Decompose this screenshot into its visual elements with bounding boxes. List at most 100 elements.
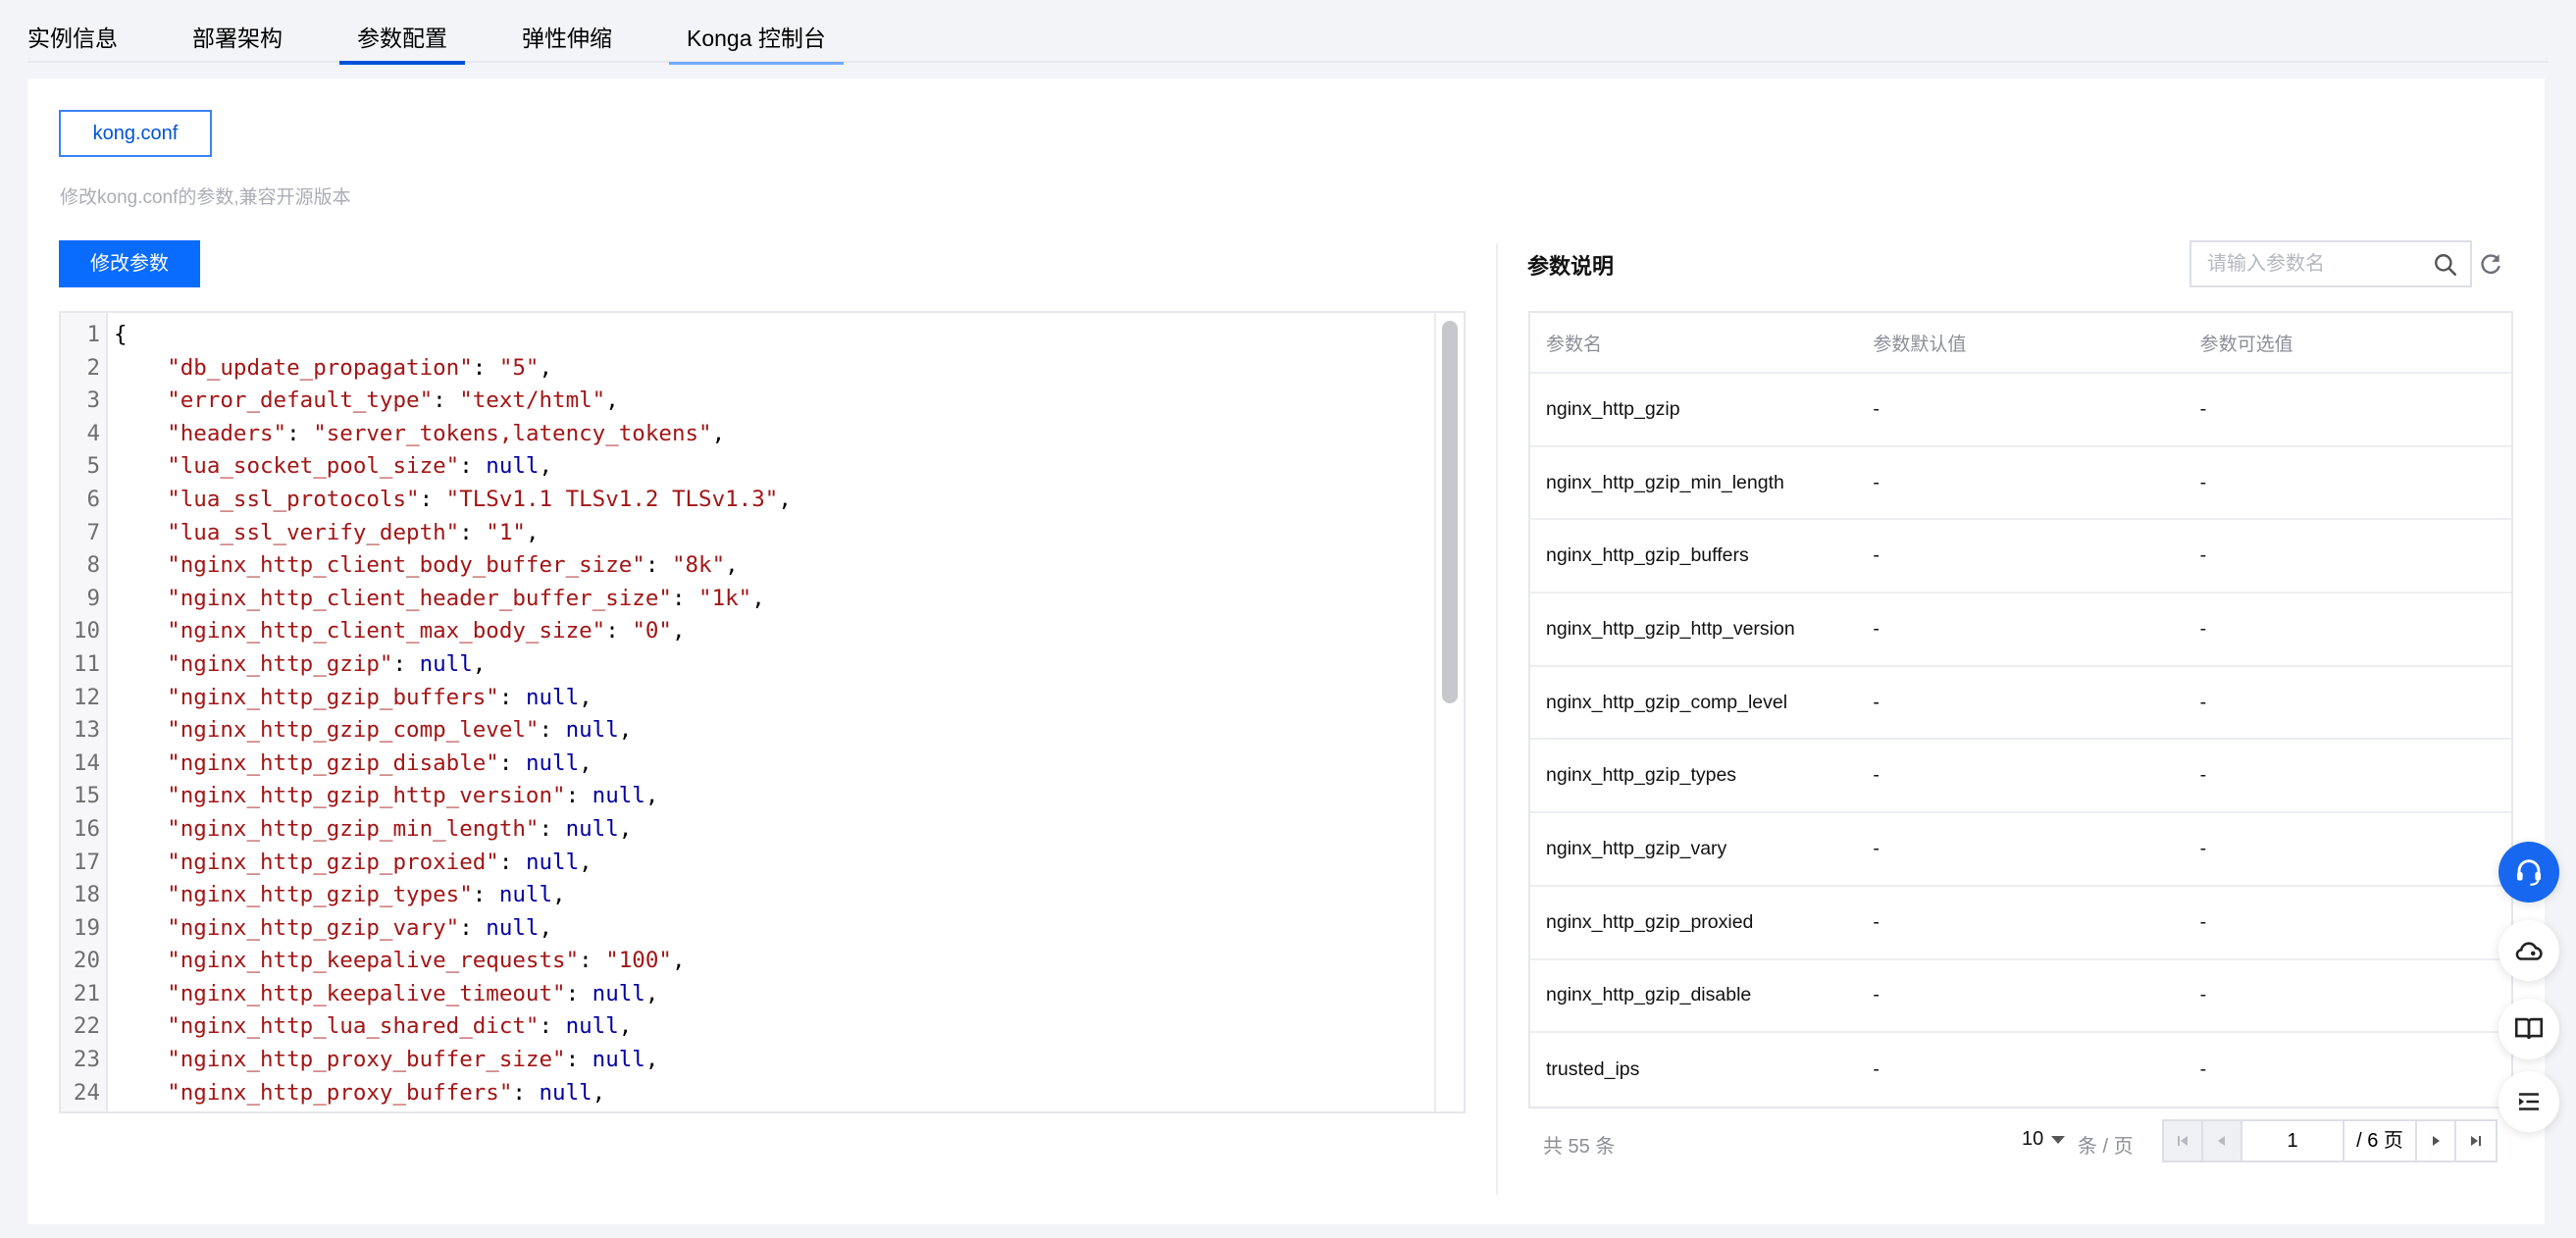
optional-values-cell: -	[2199, 691, 2207, 713]
json-value: null	[486, 914, 540, 941]
code-line[interactable]: 11 "nginx_http_gzip": null,	[74, 648, 1430, 682]
json-value: null	[539, 1079, 592, 1106]
optional-values-cell: -	[2199, 397, 2207, 420]
json-value: "TLSv1.1 TLSv1.2 TLSv1.3"	[445, 486, 779, 512]
json-key: "nginx_http_gzip_http_version"	[167, 783, 566, 809]
code-editor[interactable]: 1{2 "db_update_propagation": "5", 3 "erro…	[59, 311, 1466, 1113]
code-line[interactable]: 14 "nginx_http_gzip_disable": null,	[74, 748, 1430, 781]
page-size-value: 10	[2022, 1128, 2044, 1150]
page-number-input[interactable]	[2242, 1121, 2344, 1161]
edit-params-button[interactable]: 修改参数	[59, 240, 200, 287]
list-indent-icon	[2519, 1093, 2539, 1110]
json-value: "1"	[486, 519, 526, 545]
param-search-box[interactable]	[2190, 240, 2472, 287]
tab-deploy-architecture[interactable]: 部署架构	[175, 0, 300, 63]
line-number: 23	[73, 1047, 100, 1073]
json-key: "nginx_http_lua_shared_dict"	[167, 1013, 540, 1040]
optional-values-cell: -	[2199, 471, 2207, 493]
code-line[interactable]: 7 "lua_ssl_verify_depth": "1",	[86, 517, 1430, 550]
code-line[interactable]: 10 "nginx_http_client_max_body_size": "0…	[74, 615, 1430, 648]
first-page-icon	[2178, 1136, 2188, 1146]
docs-button[interactable]	[2499, 999, 2559, 1059]
kong-conf-tab[interactable]: kong.conf	[59, 110, 212, 157]
code-line[interactable]: 17 "nginx_http_gzip_proxied": null,	[74, 847, 1430, 880]
code-line[interactable]: 4 "headers": "server_tokens,latency_toke…	[86, 418, 1430, 451]
code-line[interactable]: 15 "nginx_http_gzip_http_version": null,	[74, 780, 1430, 813]
default-value-cell: -	[1873, 910, 1880, 933]
json-key: "nginx_http_proxy_buffer_size"	[167, 1047, 566, 1073]
json-key: "headers"	[167, 420, 287, 446]
param-search-input[interactable]	[2207, 242, 2433, 285]
code-content[interactable]: 1{2 "db_update_propagation": "5", 3 "erro…	[74, 319, 1430, 1110]
json-value: "5"	[498, 354, 540, 381]
json-value: null	[565, 815, 619, 842]
json-key: "nginx_http_gzip_min_length"	[167, 815, 540, 842]
cloud-assistant-button[interactable]	[2499, 920, 2559, 981]
panel-divider	[1496, 243, 1498, 1195]
optional-values-cell: -	[2199, 984, 2207, 1006]
json-value: "text/html"	[459, 387, 606, 414]
code-line[interactable]: 8 "nginx_http_client_body_buffer_size": …	[86, 549, 1430, 583]
next-page-button[interactable]	[2417, 1121, 2456, 1161]
customer-service-button[interactable]	[2499, 842, 2559, 903]
code-line[interactable]: 20 "nginx_http_keepalive_requests": "100…	[74, 945, 1430, 978]
optional-values-cell: -	[2199, 544, 2207, 567]
param-table: 参数名 参数默认值 参数可选值 nginx_http_gzip - - nginx_h…	[1528, 311, 2513, 1109]
json-key: "nginx_http_gzip_types"	[167, 882, 473, 908]
json-value: null	[525, 749, 580, 776]
page-size-select[interactable]: 10	[2022, 1128, 2066, 1151]
menu-toggle-button[interactable]	[2499, 1071, 2559, 1132]
json-value: null	[525, 849, 580, 875]
json-key: "nginx_http_gzip_vary"	[167, 914, 460, 941]
json-key: "lua_ssl_verify_depth"	[167, 519, 460, 545]
editor-scroll-thumb[interactable]	[1442, 321, 1458, 703]
code-line[interactable]: 2 "db_update_propagation": "5",	[86, 352, 1430, 386]
pager: / 6 页	[2162, 1119, 2498, 1162]
code-line[interactable]: 18 "nginx_http_gzip_types": null,	[74, 879, 1430, 912]
code-line[interactable]: 23 "nginx_http_proxy_buffer_size": null,	[74, 1044, 1430, 1077]
param-name-cell: nginx_http_gzip_proxied	[1546, 910, 1754, 933]
table-row: nginx_http_gzip_types - -	[1530, 740, 2511, 814]
code-line[interactable]: 21 "nginx_http_keepalive_timeout": null,	[74, 978, 1430, 1011]
table-row: nginx_http_gzip_comp_level - -	[1530, 667, 2511, 741]
refresh-icon[interactable]	[2478, 251, 2503, 277]
code-line[interactable]: 5 "lua_socket_pool_size": null,	[86, 450, 1430, 484]
line-number: 8	[86, 552, 100, 579]
json-value: null	[525, 684, 580, 710]
tab-instance-info[interactable]: 实例信息	[10, 0, 135, 63]
json-value: "0"	[632, 618, 672, 645]
code-line[interactable]: 19 "nginx_http_gzip_vary": null,	[74, 912, 1430, 946]
table-row: nginx_http_gzip - -	[1530, 374, 2511, 447]
editor-scrollbar[interactable]	[1434, 313, 1464, 1111]
search-icon[interactable]	[2433, 252, 2458, 278]
tab-auto-scaling[interactable]: 弹性伸缩	[504, 0, 630, 63]
tab-parameter-config[interactable]: 参数配置	[339, 0, 465, 65]
prev-page-button[interactable]	[2203, 1121, 2242, 1161]
default-value-cell: -	[1873, 1058, 1880, 1081]
code-line[interactable]: 16 "nginx_http_gzip_min_length": null,	[74, 813, 1430, 847]
tab-konga-console[interactable]: Konga 控制台	[669, 0, 844, 65]
line-number: 7	[86, 519, 100, 545]
code-line[interactable]: 6 "lua_ssl_protocols": "TLSv1.1 TLSv1.2 …	[86, 484, 1430, 517]
optional-values-cell: -	[2199, 910, 2207, 933]
table-row: nginx_http_gzip_http_version - -	[1530, 593, 2511, 667]
json-key: "lua_socket_pool_size"	[167, 453, 460, 480]
first-page-button[interactable]	[2164, 1121, 2203, 1161]
code-line[interactable]: 22 "nginx_http_lua_shared_dict": null,	[74, 1010, 1430, 1044]
code-line[interactable]: 9 "nginx_http_client_header_buffer_size"…	[86, 583, 1430, 616]
json-key: "nginx_http_keepalive_timeout"	[167, 980, 566, 1006]
code-line[interactable]: 24 "nginx_http_proxy_buffers": null,	[74, 1077, 1430, 1110]
param-name-cell: nginx_http_gzip_comp_level	[1546, 691, 1788, 713]
json-value: null	[565, 1013, 619, 1040]
line-number: 6	[86, 486, 100, 512]
line-number: 10	[73, 618, 100, 645]
json-key: "nginx_http_client_header_buffer_size"	[167, 585, 672, 611]
last-page-button[interactable]	[2456, 1121, 2496, 1161]
json-value: "1k"	[698, 585, 752, 611]
code-line[interactable]: 12 "nginx_http_gzip_buffers": null,	[74, 682, 1430, 715]
table-row: nginx_http_gzip_buffers - -	[1530, 520, 2511, 594]
code-line[interactable]: 13 "nginx_http_gzip_comp_level": null,	[74, 714, 1430, 748]
optional-values-cell: -	[2199, 837, 2207, 859]
code-line[interactable]: 3 "error_default_type": "text/html",	[86, 385, 1430, 418]
code-line[interactable]: 1{	[86, 319, 1430, 352]
